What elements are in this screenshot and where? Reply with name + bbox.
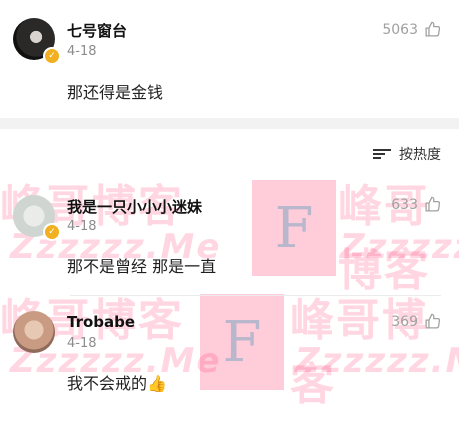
- sort-lines-icon: [373, 148, 391, 160]
- comment-divider: [70, 295, 441, 296]
- comment-text: 那不是曾经 那是一直: [67, 257, 217, 276]
- comment-date: 4-18: [67, 219, 97, 234]
- like-count: 369: [391, 313, 418, 330]
- like-button-1[interactable]: 5063: [382, 21, 441, 38]
- comment-username[interactable]: 七号窗台: [67, 20, 127, 41]
- watermark-logo: F: [200, 294, 284, 390]
- sort-toggle[interactable]: 按热度: [373, 144, 441, 164]
- like-button-3[interactable]: 369: [391, 313, 441, 330]
- watermark-logo: F: [252, 180, 336, 276]
- comment-date: 4-18: [67, 336, 97, 351]
- comment-text: 那还得是金钱: [67, 83, 164, 102]
- thumbs-up-icon: [425, 313, 441, 329]
- verified-badge-icon: ✓: [43, 47, 61, 65]
- verified-badge-icon: ✓: [43, 223, 61, 241]
- like-count: 633: [391, 196, 418, 213]
- comment-username[interactable]: Trobabe: [67, 313, 135, 331]
- comment-text: 我不会戒的👍: [67, 374, 167, 393]
- watermark-f: F: [222, 309, 262, 375]
- thumbs-up-icon: [425, 21, 441, 37]
- watermark-f: F: [274, 195, 314, 261]
- like-count: 5063: [382, 21, 418, 38]
- comment-username[interactable]: 我是一只小小小迷妹: [67, 196, 202, 217]
- sort-label: 按热度: [399, 147, 441, 163]
- comment-date: 4-18: [67, 44, 97, 59]
- thumbs-up-icon: [425, 196, 441, 212]
- section-divider: [0, 118, 459, 129]
- watermark-text: Zzzzzz.Me: [340, 227, 459, 267]
- user-avatar-3[interactable]: [13, 311, 55, 353]
- like-button-2[interactable]: 633: [391, 196, 441, 213]
- watermark-text: Zzzzzz.Me: [295, 341, 459, 381]
